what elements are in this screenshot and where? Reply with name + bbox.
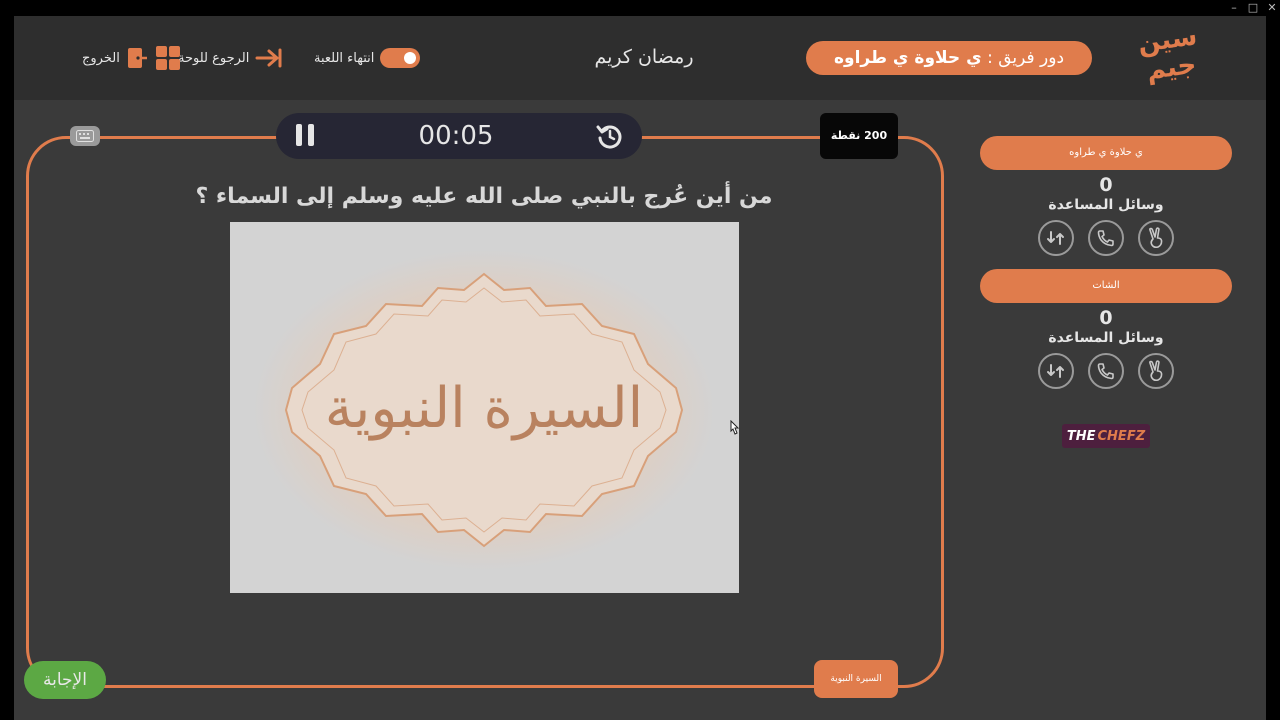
category-badge: السيرة النبوية xyxy=(814,660,898,698)
reset-timer-icon[interactable] xyxy=(596,122,624,150)
team-name: الشات xyxy=(980,269,1232,303)
double-points-aid-button[interactable] xyxy=(1138,353,1174,389)
game-app: سين جيم دور فريق : ي حلاوة ي طراوه رمضان… xyxy=(14,16,1266,720)
mouse-cursor-icon xyxy=(730,420,740,435)
question-image: السيرة النبوية xyxy=(230,222,739,593)
victory-hand-icon xyxy=(1149,360,1163,382)
phone-icon xyxy=(1097,363,1114,380)
maximize-button[interactable]: □ xyxy=(1245,1,1261,15)
end-game-button[interactable]: انتهاء اللعبة xyxy=(314,46,421,70)
exit-label: الخروج xyxy=(82,50,120,66)
aids-label: وسائل المساعدة xyxy=(1048,330,1164,346)
game-logo: سين جيم xyxy=(1135,21,1200,87)
keyboard-glyph-icon xyxy=(76,130,94,142)
timer-display: 00:05 xyxy=(418,121,494,151)
window-titlebar: – □ ✕ xyxy=(0,0,1280,16)
minimize-button[interactable]: – xyxy=(1226,1,1242,15)
double-points-aid-button[interactable] xyxy=(1138,220,1174,256)
aids-row xyxy=(980,220,1232,256)
team-turn-indicator: دور فريق : ي حلاوة ي طراوه xyxy=(806,41,1092,75)
sponsor-part2: CHEFZ xyxy=(1097,428,1146,444)
points-badge: 200 نقطة xyxy=(820,113,898,159)
swap-arrows-icon xyxy=(1047,364,1064,378)
sponsor-logo: THE CHEFZ xyxy=(1062,424,1150,448)
show-answer-button[interactable]: الإجابة xyxy=(24,661,106,699)
call-friend-aid-button[interactable] xyxy=(1088,353,1124,389)
timer-bar: 00:05 xyxy=(276,113,642,159)
page-title: رمضان كريم xyxy=(594,46,694,68)
swap-question-aid-button[interactable] xyxy=(1038,220,1074,256)
exit-door-icon xyxy=(127,48,147,68)
back-to-board-label: الرجوع للوحة xyxy=(178,50,250,66)
header: سين جيم دور فريق : ي حلاوة ي طراوه رمضان… xyxy=(14,16,1266,100)
team-name: ي حلاوة ي طراوه xyxy=(980,136,1232,170)
image-caption: السيرة النبوية xyxy=(325,376,643,441)
grid-icon xyxy=(156,46,180,70)
arrow-right-icon xyxy=(255,48,282,68)
team-card-1: ي حلاوة ي طراوه 0 وسائل المساعدة xyxy=(980,136,1232,256)
aids-row xyxy=(980,353,1232,389)
end-game-label: انتهاء اللعبة xyxy=(314,50,375,66)
team-turn-name: ي حلاوة ي طراوه xyxy=(833,48,982,68)
keyboard-icon[interactable] xyxy=(70,126,100,146)
victory-hand-icon xyxy=(1149,227,1163,249)
pause-icon[interactable] xyxy=(294,124,316,148)
end-game-toggle-icon xyxy=(380,48,421,68)
sponsor-part1: THE xyxy=(1066,428,1096,444)
board-grid-icon-wrap[interactable] xyxy=(156,46,180,70)
swap-question-aid-button[interactable] xyxy=(1038,353,1074,389)
team-score: 0 xyxy=(1099,174,1113,196)
team-card-2: الشات 0 وسائل المساعدة xyxy=(980,269,1232,389)
team-score: 0 xyxy=(1099,307,1113,329)
close-window-button[interactable]: ✕ xyxy=(1264,1,1280,15)
exit-button[interactable]: الخروج xyxy=(82,46,148,70)
phone-icon xyxy=(1097,230,1114,247)
back-to-board-button[interactable]: الرجوع للوحة xyxy=(178,46,283,70)
team-turn-prefix: دور فريق : xyxy=(987,48,1065,68)
seerah-calligraphy-image: السيرة النبوية xyxy=(254,250,714,570)
question-text: من أين عُرج بالنبي صلى الله عليه وسلم إل… xyxy=(195,184,773,209)
aids-label: وسائل المساعدة xyxy=(1048,197,1164,213)
swap-arrows-icon xyxy=(1047,231,1064,245)
call-friend-aid-button[interactable] xyxy=(1088,220,1124,256)
